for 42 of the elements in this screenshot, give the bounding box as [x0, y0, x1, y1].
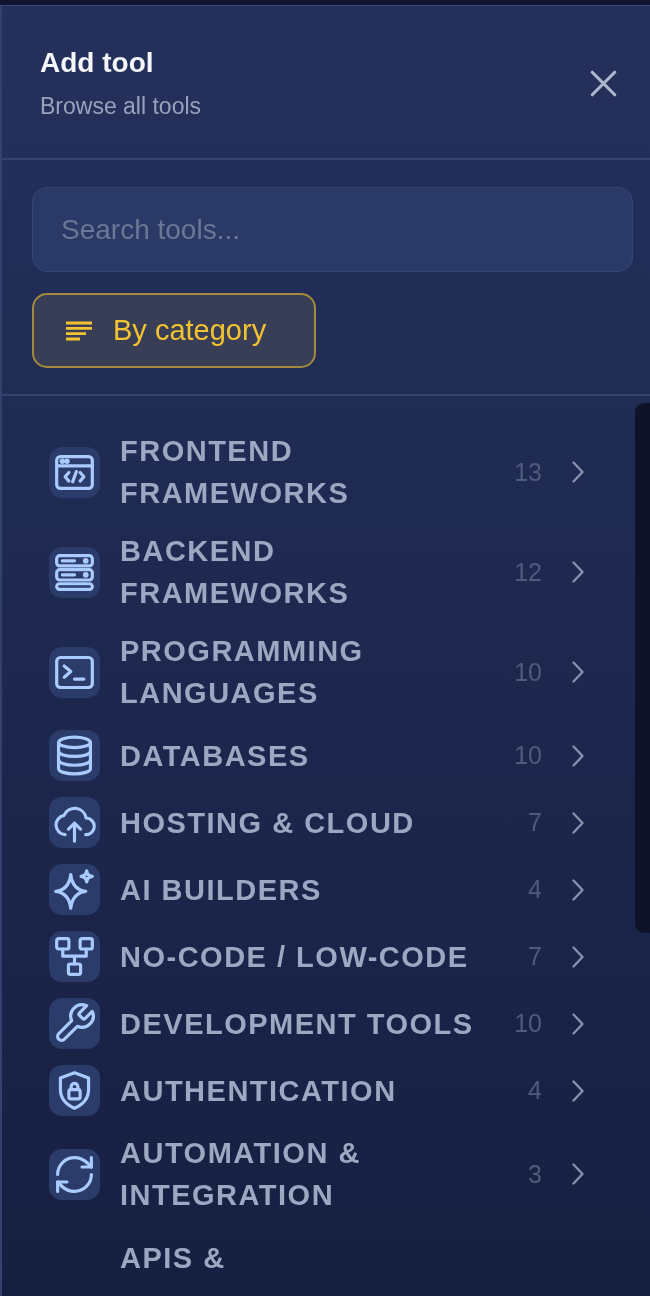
flowchart-icon: [49, 931, 100, 982]
close-icon: [589, 70, 617, 97]
list-lines-icon: [65, 320, 93, 341]
sparkle-icon: [49, 864, 100, 915]
wrench-icon: [49, 998, 100, 1049]
search-field[interactable]: Search tools...: [32, 187, 633, 272]
category-label[interactable]: PROGRAMMING LANGUAGES: [120, 630, 492, 714]
scrollbar-thumb[interactable]: [635, 403, 650, 933]
database-icon: [49, 730, 100, 781]
chevron-right-icon: [572, 1079, 584, 1102]
sync-icon: [49, 1148, 100, 1200]
terminal-icon: [49, 646, 100, 698]
chevron-right-icon: [572, 744, 584, 767]
category-label[interactable]: AI BUILDERS: [120, 868, 492, 911]
item-count: 10: [513, 1009, 542, 1038]
chevron-right-icon: [572, 1012, 584, 1035]
shield-lock-icon: [49, 1065, 100, 1116]
item-count: 3: [527, 1159, 542, 1189]
chevron-right-icon: [572, 461, 584, 483]
category-label[interactable]: HOSTING & CLOUD: [120, 801, 492, 844]
chevron-right-icon: [572, 1163, 584, 1185]
item-count: 7: [527, 942, 542, 971]
category-label[interactable]: FRONTEND FRAMEWORKS: [120, 430, 492, 514]
panel-title: Add tool: [40, 46, 155, 80]
category-label[interactable]: APIS &: [120, 1236, 584, 1279]
category-label[interactable]: AUTOMATION & INTEGRATION: [120, 1132, 492, 1216]
item-count: 4: [527, 1076, 542, 1105]
category-filter-button[interactable]: By category: [32, 293, 316, 368]
chevron-right-icon: [572, 945, 584, 968]
category-label[interactable]: NO-CODE / LOW-CODE: [120, 935, 492, 978]
panel-subtitle: Browse all tools: [40, 92, 202, 121]
category-label[interactable]: DATABASES: [120, 734, 492, 777]
chevron-right-icon: [572, 878, 584, 901]
cloud-upload-icon: [49, 797, 100, 848]
category-label[interactable]: BACKEND FRAMEWORKS: [120, 530, 492, 614]
chevron-right-icon: [572, 561, 584, 583]
category-label[interactable]: DEVELOPMENT TOOLS: [120, 1002, 492, 1045]
code-window-icon: [49, 446, 100, 498]
chevron-right-icon: [572, 661, 584, 683]
category-label[interactable]: AUTHENTICATION: [120, 1069, 492, 1112]
server-stack-icon: [49, 546, 100, 598]
chevron-right-icon: [572, 811, 584, 834]
